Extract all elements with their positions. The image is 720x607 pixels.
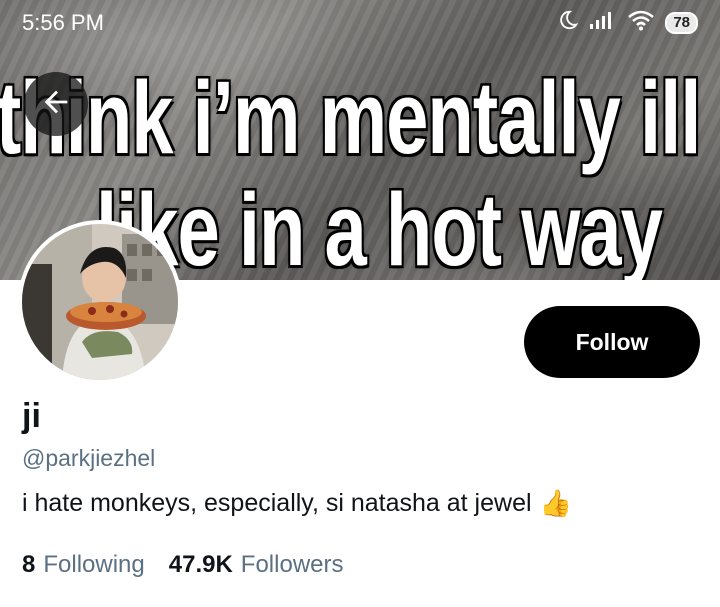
banner-text-line2: like in a hot way (96, 173, 663, 280)
moon-icon (557, 9, 579, 37)
status-icons: 78 (557, 9, 698, 37)
following-label: Following (43, 551, 145, 578)
status-bar: 5:56 PM 78 (0, 0, 720, 46)
following-count: 8 (22, 551, 36, 578)
avatar[interactable] (18, 220, 182, 384)
thumbs-up-icon: 👍 (539, 488, 572, 518)
followers-link[interactable]: 47.9K Followers (169, 551, 344, 579)
battery-icon: 78 (665, 12, 698, 34)
following-link[interactable]: 8 Following (22, 551, 145, 579)
follow-button[interactable]: Follow (524, 306, 700, 378)
display-name: ji (22, 397, 41, 435)
avatar-photo (22, 224, 178, 380)
back-button[interactable] (24, 72, 88, 136)
followers-label: Followers (240, 551, 344, 578)
username-handle: @parkjiezhel (22, 445, 156, 471)
arrow-left-icon (39, 85, 73, 124)
status-time: 5:56 PM (22, 10, 104, 35)
bio: i hate monkeys, especially, si natasha a… (22, 488, 572, 519)
bio-text: i hate monkeys, especially, si natasha a… (22, 489, 532, 517)
wifi-icon (627, 9, 655, 37)
banner-text-line1: think i’m mentally ill bu (0, 61, 720, 177)
followers-count: 47.9K (168, 551, 233, 578)
follow-stats: 8 Following 47.9K Followers (22, 551, 344, 579)
signal-icon (589, 10, 617, 36)
